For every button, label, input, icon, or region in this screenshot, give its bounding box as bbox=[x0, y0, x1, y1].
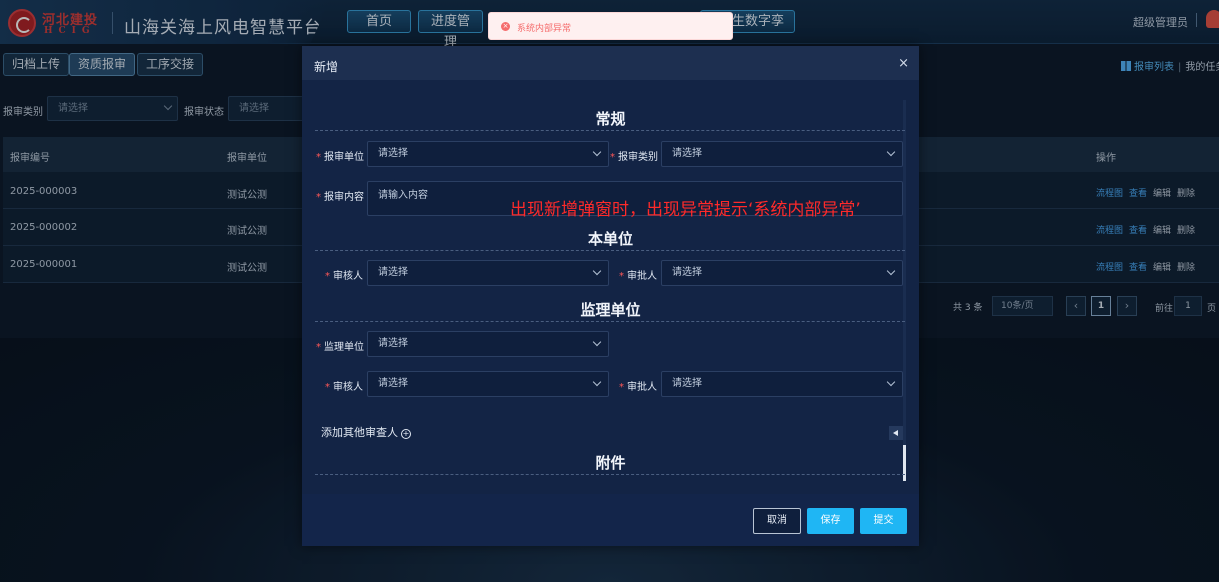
close-icon[interactable]: × bbox=[898, 56, 909, 71]
sup-approver-select[interactable]: 请选择 bbox=[661, 371, 903, 397]
dialog-title: 新增 bbox=[314, 60, 339, 74]
sup-unit-select[interactable]: 请选择 bbox=[367, 331, 609, 357]
collapse-arrow-icon[interactable] bbox=[889, 426, 903, 440]
chevron-down-icon bbox=[592, 147, 602, 157]
required-mark: * bbox=[316, 152, 321, 163]
cancel-button[interactable]: 取消 bbox=[753, 508, 801, 534]
annotation-text: 出现新增弹窗时，出现异常提示‘系统内部异常’ bbox=[510, 200, 861, 220]
sup-unit-placeholder: 请选择 bbox=[378, 338, 408, 349]
sup-approver-placeholder: 请选择 bbox=[672, 378, 702, 389]
own-reviewer-placeholder: 请选择 bbox=[378, 267, 408, 278]
add-reviewer-label: 添加其他审查人 bbox=[321, 426, 398, 439]
sup-unit-label: * 监理单位 bbox=[316, 338, 364, 353]
submit-button[interactable]: 提交 bbox=[860, 508, 907, 534]
section-title-own-unit: 本单位 bbox=[587, 230, 633, 248]
add-dialog: 新增 × 常规 * 报审单位 请选择 * 报审类别 请选择 * 报审内容 请输入内容 … bbox=[302, 46, 919, 546]
own-reviewer-select[interactable]: 请选择 bbox=[367, 260, 609, 286]
save-button[interactable]: 保存 bbox=[807, 508, 854, 534]
chevron-down-icon bbox=[592, 266, 602, 276]
chevron-down-icon bbox=[886, 377, 896, 387]
sup-reviewer-placeholder: 请选择 bbox=[378, 378, 408, 389]
section-title-attachment: 附件 bbox=[595, 454, 626, 472]
required-mark: * bbox=[316, 192, 321, 203]
report-type-label: * 报审类别 bbox=[610, 148, 658, 163]
chevron-down-icon bbox=[592, 377, 602, 387]
dialog-header: 新增 × bbox=[302, 46, 919, 80]
required-mark: * bbox=[316, 342, 321, 353]
own-approver-label: * 审批人 bbox=[619, 267, 657, 282]
scroll-track bbox=[903, 100, 906, 480]
sup-approver-label-text: 审批人 bbox=[627, 382, 657, 393]
error-circle-icon: × bbox=[501, 22, 510, 31]
report-unit-placeholder: 请选择 bbox=[378, 148, 408, 159]
own-approver-label-text: 审批人 bbox=[627, 271, 657, 282]
sup-reviewer-label: * 审核人 bbox=[325, 378, 363, 393]
section-title-supervision: 监理单位 bbox=[580, 301, 641, 319]
required-mark: * bbox=[619, 382, 624, 393]
report-type-label-text: 报审类别 bbox=[618, 152, 658, 163]
report-content-label-text: 报审内容 bbox=[324, 192, 364, 203]
required-mark: * bbox=[619, 271, 624, 282]
report-unit-label-text: 报审单位 bbox=[324, 152, 364, 163]
sup-unit-label-text: 监理单位 bbox=[324, 342, 364, 353]
error-toast-message: 系统内部异常 bbox=[517, 24, 572, 34]
own-reviewer-label-text: 审核人 bbox=[333, 271, 363, 282]
own-approver-placeholder: 请选择 bbox=[672, 267, 702, 278]
own-approver-select[interactable]: 请选择 bbox=[661, 260, 903, 286]
section-divider bbox=[315, 321, 905, 322]
section-divider bbox=[315, 474, 905, 475]
report-content-label: * 报审内容 bbox=[316, 188, 364, 203]
sup-reviewer-label-text: 审核人 bbox=[333, 382, 363, 393]
required-mark: * bbox=[325, 271, 330, 282]
error-toast: × 系统内部异常 bbox=[488, 12, 733, 40]
report-unit-label: * 报审单位 bbox=[316, 148, 364, 163]
dialog-body: 常规 * 报审单位 请选择 * 报审类别 请选择 * 报审内容 请输入内容 本单位 *… bbox=[302, 80, 919, 494]
section-divider bbox=[315, 250, 905, 251]
sup-reviewer-select[interactable]: 请选择 bbox=[367, 371, 609, 397]
plus-circle-icon: + bbox=[401, 429, 411, 439]
report-type-placeholder: 请选择 bbox=[672, 148, 702, 159]
section-title-general: 常规 bbox=[595, 110, 626, 128]
section-divider bbox=[315, 130, 905, 131]
chevron-down-icon bbox=[886, 266, 896, 276]
sup-approver-label: * 审批人 bbox=[619, 378, 657, 393]
report-type-select[interactable]: 请选择 bbox=[661, 141, 903, 167]
add-reviewer-button[interactable]: 添加其他审查人 + bbox=[321, 424, 411, 440]
own-reviewer-label: * 审核人 bbox=[325, 267, 363, 282]
chevron-down-icon bbox=[886, 147, 896, 157]
required-mark: * bbox=[325, 382, 330, 393]
required-mark: * bbox=[610, 152, 615, 163]
report-unit-select[interactable]: 请选择 bbox=[367, 141, 609, 167]
chevron-down-icon bbox=[592, 337, 602, 347]
